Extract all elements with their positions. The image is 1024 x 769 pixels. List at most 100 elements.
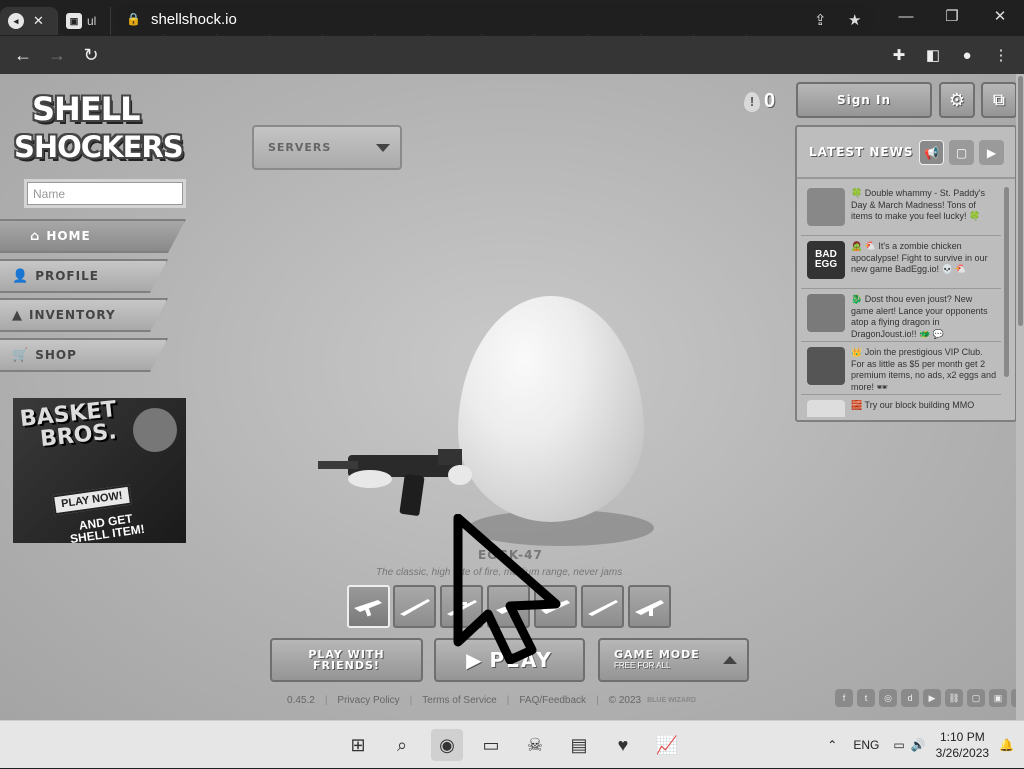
privacy-link[interactable]: Privacy Policy	[337, 695, 399, 706]
browser-tab[interactable]: ◂ ✕	[0, 7, 58, 35]
browser-tab[interactable]: ▣ ul	[58, 7, 111, 35]
box-icon: ▣	[66, 13, 82, 29]
minimize-icon[interactable]: —	[884, 0, 928, 32]
store-icon[interactable]: ▣	[989, 689, 1007, 707]
heart-app-icon[interactable]: ♥	[607, 729, 639, 761]
twitter-icon[interactable]: t	[857, 689, 875, 707]
basketball-icon	[133, 408, 177, 452]
copyright: © 2023	[608, 695, 642, 706]
news-item[interactable]: 🍀 Double whammy - St. Paddy's Day & Marc…	[801, 183, 1001, 236]
footer: 0.45.2 | Privacy Policy | Terms of Service…	[287, 695, 697, 706]
news-thumbnail	[807, 400, 845, 417]
news-scrollbar[interactable]	[1004, 187, 1009, 377]
shotgun-icon	[399, 598, 430, 616]
news-item[interactable]: 🧱 Try our block building MMO	[801, 395, 1001, 417]
sign-in-button[interactable]: Sign In	[796, 82, 932, 118]
news-thumbnail: BAD EGG	[807, 241, 845, 279]
rifle-icon	[318, 449, 472, 516]
version: 0.45.2	[287, 695, 315, 706]
extensions-icon[interactable]: ✚	[886, 42, 912, 68]
windows-start-icon[interactable]: ⊞	[342, 729, 374, 761]
tab-close-icon[interactable]: ✕	[33, 13, 44, 29]
weapon-slot-trihard[interactable]	[581, 585, 624, 628]
profile-icon[interactable]: ●	[954, 42, 980, 68]
side-panel-icon[interactable]: ◧	[920, 42, 946, 68]
url-field[interactable]: 🔒 shellshock.io ⇪ ★	[114, 4, 876, 34]
weapon-slot-assault-rifle[interactable]	[347, 585, 390, 628]
news-thumbnail	[807, 347, 845, 385]
basket-bros-ad[interactable]: BASKET BROS. PLAY NOW! AND GET SHELL ITEM!	[13, 398, 186, 543]
close-icon[interactable]: ✕	[978, 0, 1022, 32]
fullscreen-icon: ⧉	[993, 90, 1005, 109]
player-name-input[interactable]	[24, 179, 186, 208]
faq-link[interactable]: FAQ/Feedback	[519, 695, 586, 706]
game-mode-dropdown[interactable]: GAME MODE FREE FOR ALL	[598, 638, 749, 682]
news-list: 🍀 Double whammy - St. Paddy's Day & Marc…	[801, 183, 1001, 417]
chevron-up-icon	[723, 656, 737, 664]
chrome-icon[interactable]: ◉	[431, 729, 463, 761]
menu-icon[interactable]: ⋮	[988, 42, 1014, 68]
file-explorer-icon[interactable]: ▭	[475, 729, 507, 761]
twitch-icon[interactable]: ▢	[949, 140, 974, 165]
notification-icon[interactable]: 🔔	[999, 738, 1014, 752]
network-icon[interactable]: ▭	[893, 738, 904, 752]
trihard-icon	[587, 599, 618, 616]
skull-app-icon[interactable]: ☠	[519, 729, 551, 761]
lock-icon: 🔒	[126, 12, 141, 26]
game-page: SHELL SHOCKERS ⌂Home 👤Profile ▲Inventory…	[0, 74, 1024, 720]
shell-shockers-logo: SHELL SHOCKERS	[14, 90, 184, 164]
nav-profile[interactable]: 👤 Profile	[0, 259, 168, 293]
speaker-icon: ◂	[8, 13, 24, 29]
youtube-icon[interactable]: ▶	[979, 140, 1004, 165]
discord-icon[interactable]: d	[901, 689, 919, 707]
task-manager-icon[interactable]: 📈	[651, 729, 683, 761]
chevron-down-icon	[376, 144, 390, 152]
system-tray: ⌃ ENG ▭ 🔊 1:10 PM 3/26/2023 🔔	[827, 721, 1024, 769]
nav-home[interactable]: ⌂ Home	[0, 219, 186, 253]
weapon-slot-shotgun[interactable]	[393, 585, 436, 628]
youtube-icon[interactable]: ▶	[923, 689, 941, 707]
restore-icon[interactable]: ❐	[930, 0, 974, 32]
terms-link[interactable]: Terms of Service	[422, 695, 496, 706]
page-scrollbar[interactable]	[1016, 74, 1024, 720]
forward-icon[interactable]: →	[40, 38, 74, 72]
chevron-up-icon[interactable]: ⌃	[827, 738, 837, 752]
mouse-cursor-icon	[453, 514, 561, 664]
fullscreen-button[interactable]: ⧉	[981, 82, 1017, 118]
news-item[interactable]: 🐉 Dost thou even joust? New game alert! …	[801, 289, 1001, 342]
settings-button[interactable]: ⚙	[939, 82, 975, 118]
twitch-icon[interactable]: ▢	[967, 689, 985, 707]
blue-wizard-logo[interactable]: BLUE WIZARD	[647, 697, 696, 704]
back-icon[interactable]: ←	[6, 38, 40, 72]
egg-icon: !	[744, 91, 760, 112]
megaphone-icon[interactable]: 📢	[919, 140, 944, 165]
news-title: LATEST NEWS	[809, 145, 914, 159]
social-links: f t ◎ d ▶ ⛓ ▢ ▣ ♪	[835, 689, 1024, 707]
reload-icon[interactable]: ↻	[74, 38, 108, 72]
news-item[interactable]: 👑 Join the prestigious VIP Club. For as …	[801, 342, 1001, 395]
cart-icon: 🛒	[12, 347, 30, 363]
search-icon[interactable]: ⌕	[386, 729, 418, 761]
clock[interactable]: 1:10 PM 3/26/2023	[936, 729, 989, 761]
instagram-icon[interactable]: ◎	[879, 689, 897, 707]
news-thumbnail	[807, 188, 845, 226]
play-with-friends-button[interactable]: PLAY WITH FRIENDS!	[270, 638, 423, 682]
news-item[interactable]: BAD EGG 🧟 🐔 It's a zombie chicken apocal…	[801, 236, 1001, 289]
taskbar: ⊞ ⌕ ◉ ▭ ☠ ▤ ♥ 📈 ⌃ ENG ▭ 🔊 1:10 PM 3/26/2…	[0, 720, 1024, 768]
weapon-slot-rpegg[interactable]	[628, 585, 671, 628]
servers-dropdown[interactable]: SERVERS	[252, 125, 402, 170]
nav-shop[interactable]: 🛒 Shop	[0, 338, 168, 372]
volume-icon[interactable]: 🔊	[911, 738, 926, 752]
news-thumbnail	[807, 294, 845, 332]
nav-inventory[interactable]: ▲ Inventory	[0, 298, 168, 332]
language-indicator[interactable]: ENG	[853, 738, 879, 752]
gear-icon: ⚙	[948, 89, 966, 111]
person-icon: 👤	[12, 268, 30, 284]
facebook-icon[interactable]: f	[835, 689, 853, 707]
bookmark-star-icon[interactable]: ★	[848, 11, 861, 29]
assault-rifle-icon	[353, 599, 382, 616]
notepad-icon[interactable]: ▤	[563, 729, 595, 761]
link-icon[interactable]: ⛓	[945, 689, 963, 707]
share-icon[interactable]: ⇪	[814, 11, 827, 29]
egg-balance: ! 0	[744, 90, 775, 113]
